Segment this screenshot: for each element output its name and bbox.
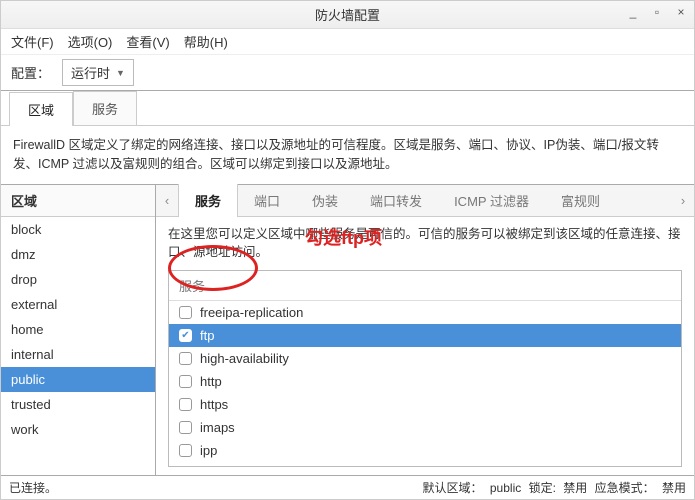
menu-help[interactable]: 帮助(H) (184, 32, 228, 51)
status-panic-value: 禁用 (662, 481, 686, 495)
inner-tabs: ‹ 服务端口伪装端口转发ICMP 过滤器富规则 › (156, 185, 694, 217)
inner-tab-ICMP 过滤器[interactable]: ICMP 过滤器 (438, 184, 545, 217)
menubar: 文件(F) 选项(O) 查看(V) 帮助(H) (1, 29, 694, 55)
status-panic-label: 应急模式： (595, 481, 655, 495)
status-default-zone-label: 默认区域： (423, 481, 483, 495)
service-row-ipp[interactable]: ipp (169, 439, 681, 462)
status-right: 默认区域： public 锁定: 禁用 应急模式： 禁用 (419, 479, 686, 496)
zone-panel: 区域 blockdmzdropexternalhomeinternalpubli… (1, 185, 156, 476)
zone-item-block[interactable]: block (1, 217, 155, 242)
main-split: 区域 blockdmzdropexternalhomeinternalpubli… (1, 184, 694, 476)
service-row-ipp-client[interactable]: ipp-client (169, 462, 681, 466)
titlebar: 防火墙配置 _ ▫ × (1, 1, 694, 29)
status-connection: 已连接。 (9, 479, 57, 496)
status-lock-label: 锁定: (529, 481, 556, 495)
inner-tab-富规则[interactable]: 富规则 (545, 184, 616, 217)
tab-services[interactable]: 服务 (73, 91, 137, 125)
config-dropdown-value: 运行时 (71, 63, 110, 82)
zone-description: FirewallD 区域定义了绑定的网络连接、接口以及源地址的可信程度。区域是服… (1, 125, 694, 184)
maximize-button[interactable]: ▫ (650, 5, 664, 19)
zone-item-trusted[interactable]: trusted (1, 392, 155, 417)
config-bar: 配置： 运行时 ▼ (1, 55, 694, 91)
zone-item-home[interactable]: home (1, 317, 155, 342)
service-checkbox-ftp[interactable]: ✔ (179, 329, 192, 342)
zone-item-drop[interactable]: drop (1, 267, 155, 292)
service-list-header: 服务 (169, 271, 681, 301)
service-row-http[interactable]: http (169, 370, 681, 393)
service-checkbox-imaps[interactable] (179, 421, 192, 434)
service-label: imaps (200, 420, 235, 435)
config-label: 配置： (11, 63, 50, 82)
tabs-scroll-left[interactable]: ‹ (156, 193, 178, 208)
service-checkbox-http[interactable] (179, 375, 192, 388)
inner-tab-端口转发[interactable]: 端口转发 (354, 184, 438, 217)
service-label: http (200, 374, 222, 389)
window-title: 防火墙配置 (315, 5, 380, 24)
service-checkbox-https[interactable] (179, 398, 192, 411)
inner-tab-服务[interactable]: 服务 (178, 184, 238, 217)
service-list[interactable]: freeipa-replication ✔ ftp high-availability… (169, 301, 681, 466)
service-checkbox-high-availability[interactable] (179, 352, 192, 365)
service-checkbox-ipp[interactable] (179, 444, 192, 457)
zone-item-public[interactable]: public (1, 367, 155, 392)
chevron-down-icon: ▼ (116, 68, 125, 78)
statusbar: 已连接。 默认区域： public 锁定: 禁用 应急模式： 禁用 (1, 475, 694, 499)
zone-list[interactable]: blockdmzdropexternalhomeinternalpublictr… (1, 217, 155, 476)
service-label: freeipa-replication (200, 305, 303, 320)
service-row-imaps[interactable]: imaps (169, 416, 681, 439)
minimize-button[interactable]: _ (626, 5, 640, 19)
service-checkbox-freeipa-replication[interactable] (179, 306, 192, 319)
close-button[interactable]: × (674, 5, 688, 19)
inner-tab-端口[interactable]: 端口 (238, 184, 296, 217)
service-row-https[interactable]: https (169, 393, 681, 416)
service-box: 服务 freeipa-replication ✔ ftp high-availabil… (168, 270, 682, 467)
inner-tab-伪装[interactable]: 伪装 (296, 184, 354, 217)
service-label: https (200, 397, 228, 412)
service-row-freeipa-replication[interactable]: freeipa-replication (169, 301, 681, 324)
zone-item-work[interactable]: work (1, 417, 155, 442)
service-label: ftp (200, 328, 214, 343)
menu-options[interactable]: 选项(O) (68, 32, 113, 51)
service-row-high-availability[interactable]: high-availability (169, 347, 681, 370)
window-controls: _ ▫ × (626, 5, 688, 19)
zone-item-internal[interactable]: internal (1, 342, 155, 367)
service-description: 在这里您可以定义区域中哪些服务是可信的。可信的服务可以被绑定到该区域的任意连接、… (156, 217, 694, 271)
right-panel: ‹ 服务端口伪装端口转发ICMP 过滤器富规则 › 在这里您可以定义区域中哪些服… (156, 185, 694, 476)
top-tabs: 区域 服务 (1, 91, 694, 125)
service-label: high-availability (200, 351, 289, 366)
service-label: ipp (200, 443, 217, 458)
firewall-config-window: 防火墙配置 _ ▫ × 文件(F) 选项(O) 查看(V) 帮助(H) 配置： … (0, 0, 695, 500)
menu-file[interactable]: 文件(F) (11, 32, 54, 51)
status-default-zone: public (490, 481, 521, 495)
service-row-ftp[interactable]: ✔ ftp (169, 324, 681, 347)
zone-item-external[interactable]: external (1, 292, 155, 317)
zone-panel-header: 区域 (1, 185, 155, 217)
tab-zones[interactable]: 区域 (9, 92, 73, 126)
zone-item-dmz[interactable]: dmz (1, 242, 155, 267)
tabs-scroll-right[interactable]: › (672, 193, 694, 208)
menu-view[interactable]: 查看(V) (126, 32, 169, 51)
config-dropdown[interactable]: 运行时 ▼ (62, 59, 134, 86)
status-lock-value: 禁用 (563, 481, 587, 495)
